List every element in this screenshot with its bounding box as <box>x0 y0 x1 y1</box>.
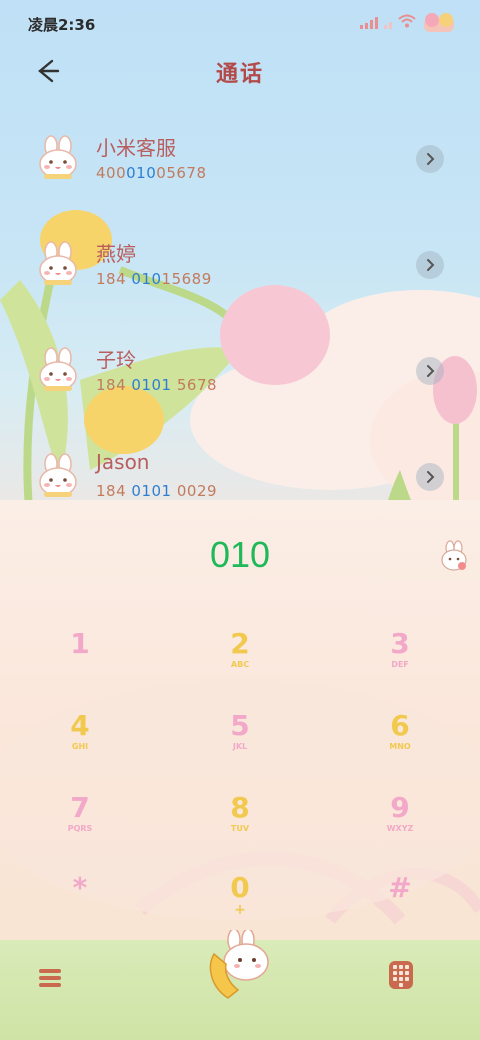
key-digit: 9 <box>390 791 410 824</box>
key-9[interactable]: 9 WXYZ <box>340 792 460 862</box>
key-8[interactable]: 8 TUV <box>180 792 300 862</box>
page-title: 通话 <box>215 62 264 87</box>
key-2[interactable]: 2 ABC <box>180 628 300 698</box>
number-match: 010 <box>126 164 157 182</box>
chevron-right-icon[interactable] <box>416 251 444 279</box>
key-digit: 0 <box>230 871 250 904</box>
number-match: 0101 <box>131 482 172 500</box>
contact-name: 子玲 <box>96 348 136 372</box>
key-7[interactable]: 7 PQRS <box>20 792 140 862</box>
contact-row[interactable]: Jason 184 0101 0029 <box>0 430 480 530</box>
key-digit: 3 <box>390 627 410 660</box>
status-bar: 凌晨2:36 <box>0 0 480 46</box>
number-suffix: 5678 <box>171 376 218 394</box>
key-letters: WXYZ <box>386 824 414 833</box>
contact-name: 燕婷 <box>96 242 136 266</box>
chevron-right-icon[interactable] <box>416 145 444 173</box>
key-hash[interactable]: # <box>340 872 460 942</box>
bunny-phone-icon[interactable] <box>204 928 274 1006</box>
keypad-icon[interactable] <box>388 960 414 990</box>
contact-row[interactable]: 燕婷 184 01015689 <box>0 218 480 318</box>
contact-name: 小米客服 <box>96 136 176 160</box>
number-prefix: 400 <box>96 164 127 182</box>
key-1[interactable]: 1 <box>20 628 140 698</box>
bunny-avatar-icon <box>34 240 82 288</box>
contact-number: 184 0101 5678 <box>96 376 217 394</box>
number-suffix: 05678 <box>156 164 207 182</box>
key-letters: GHI <box>71 742 89 751</box>
key-letters: JKL <box>232 742 248 751</box>
menu-icon[interactable] <box>36 964 64 992</box>
key-digit: 4 <box>70 709 90 742</box>
number-suffix: 15689 <box>161 270 212 288</box>
key-letters: + <box>234 902 246 918</box>
key-digit: 6 <box>390 709 410 742</box>
signal-icon <box>360 17 378 29</box>
contact-row[interactable]: 小米客服 40001005678 <box>0 112 480 212</box>
key-3[interactable]: 3 DEF <box>340 628 460 698</box>
key-digit: * <box>72 871 88 904</box>
key-letters: MNO <box>389 742 411 751</box>
contact-number: 40001005678 <box>96 164 207 182</box>
chevron-right-icon[interactable] <box>416 463 444 491</box>
key-digit: 1 <box>70 627 90 660</box>
key-letters: DEF <box>391 660 409 669</box>
number-suffix: 0029 <box>171 482 218 500</box>
key-digit: 2 <box>230 627 250 660</box>
key-digit: 8 <box>230 791 250 824</box>
app-header: 通话 <box>0 46 480 102</box>
key-digit: 7 <box>70 791 90 824</box>
number-match: 010 <box>131 270 162 288</box>
contact-row[interactable]: 子玲 184 0101 5678 <box>0 324 480 424</box>
bunny-avatar-icon <box>34 452 82 500</box>
key-letters: PQRS <box>67 824 93 833</box>
key-letters: TUV <box>230 824 250 833</box>
number-match: 0101 <box>131 376 172 394</box>
bunny-delete-icon[interactable] <box>438 540 470 572</box>
chevron-right-icon[interactable] <box>416 357 444 385</box>
contact-number: 184 01015689 <box>96 270 212 288</box>
number-prefix: 184 <box>96 376 132 394</box>
dialed-number: 010 <box>209 534 271 575</box>
bunny-avatar-icon <box>34 134 82 182</box>
battery-icon <box>422 12 458 34</box>
bunny-avatar-icon <box>34 346 82 394</box>
number-prefix: 184 <box>96 270 132 288</box>
key-star[interactable]: * <box>20 872 140 942</box>
key-digit: 5 <box>230 709 250 742</box>
key-4[interactable]: 4 GHI <box>20 710 140 780</box>
key-letters: ABC <box>230 660 250 669</box>
number-prefix: 184 <box>96 482 132 500</box>
signal-2-icon <box>384 17 392 29</box>
status-icons <box>360 10 458 36</box>
contact-name: Jason <box>96 450 150 474</box>
key-digit: # <box>388 871 412 904</box>
wifi-icon <box>398 14 416 32</box>
key-6[interactable]: 6 MNO <box>340 710 460 780</box>
contact-number: 184 0101 0029 <box>96 482 217 500</box>
key-5[interactable]: 5 JKL <box>180 710 300 780</box>
status-time: 凌晨2:36 <box>28 16 96 34</box>
